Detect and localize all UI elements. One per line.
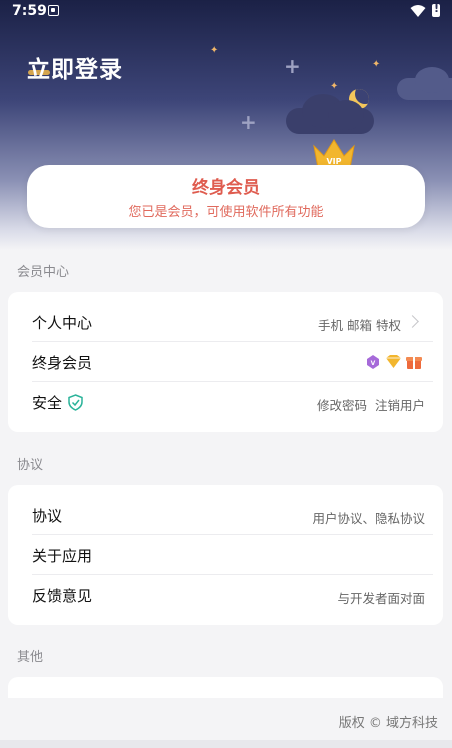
membership-description: 您已是会员，可使用软件所有功能	[128, 205, 324, 220]
diamond-icon	[386, 355, 401, 368]
row-security[interactable]: 安全 修改密码 注销用户	[8, 382, 443, 422]
section-label-member-center: 会员中心	[17, 265, 70, 280]
status-time: 7:59	[12, 3, 47, 19]
cloud-icon	[397, 67, 452, 100]
row-label: 反馈意见	[32, 587, 93, 605]
row-feedback[interactable]: 反馈意见 与开发者面对面	[8, 575, 443, 615]
sparkle-icon: +	[240, 110, 257, 134]
row-value: 与开发者面对面	[337, 591, 425, 606]
row-label: 协议	[32, 507, 63, 525]
section-label-other: 其他	[17, 650, 44, 665]
chevron-right-icon	[406, 315, 419, 328]
row-agreement[interactable]: 协议 用户协议、隐私协议	[8, 495, 443, 535]
row-label: 个人中心	[32, 314, 93, 332]
battery-icon	[432, 2, 440, 17]
row-value: 修改密码 注销用户	[317, 398, 425, 413]
star-icon: ✦	[210, 45, 219, 56]
login-button[interactable]: 立即登录	[27, 50, 123, 84]
section-label-agreement: 协议	[17, 458, 44, 473]
vip-badge-icon: V	[367, 355, 379, 369]
row-value: 手机 邮箱 特权	[318, 318, 401, 333]
wifi-icon	[410, 5, 426, 17]
row-label: 关于应用	[32, 547, 93, 565]
sparkle-icon: +	[284, 54, 301, 78]
row-label: 安全	[32, 394, 63, 412]
gift-icon	[406, 357, 422, 369]
cloud-icon	[286, 94, 374, 134]
copyright-text: 版权 © 域方科技	[338, 716, 438, 731]
row-label: 终身会员	[32, 354, 93, 372]
membership-card[interactable]: 终身会员 您已是会员，可使用软件所有功能	[27, 165, 425, 228]
star-icon: ✦	[330, 81, 339, 92]
star-icon: ✦	[372, 59, 381, 70]
svg-text:V: V	[371, 360, 376, 367]
status-bar: 7:59	[0, 0, 452, 24]
agreement-card: 协议 用户协议、隐私协议 关于应用 反馈意见 与开发者面对面	[8, 485, 443, 625]
member-badges: V	[367, 355, 422, 369]
row-about-app[interactable]: 关于应用	[8, 535, 443, 575]
shield-check-icon	[68, 394, 83, 411]
navigation-bar	[0, 740, 452, 748]
row-lifetime-member[interactable]: 终身会员 V	[8, 342, 443, 382]
member-center-card: 个人中心 手机 邮箱 特权 终身会员 V 安全 修改密码 注销用户	[8, 292, 443, 432]
photo-notification-icon	[48, 5, 59, 16]
row-value: 用户协议、隐私协议	[312, 511, 425, 526]
row-personal-center[interactable]: 个人中心 手机 邮箱 特权	[8, 302, 443, 342]
membership-title: 终身会员	[192, 178, 260, 198]
